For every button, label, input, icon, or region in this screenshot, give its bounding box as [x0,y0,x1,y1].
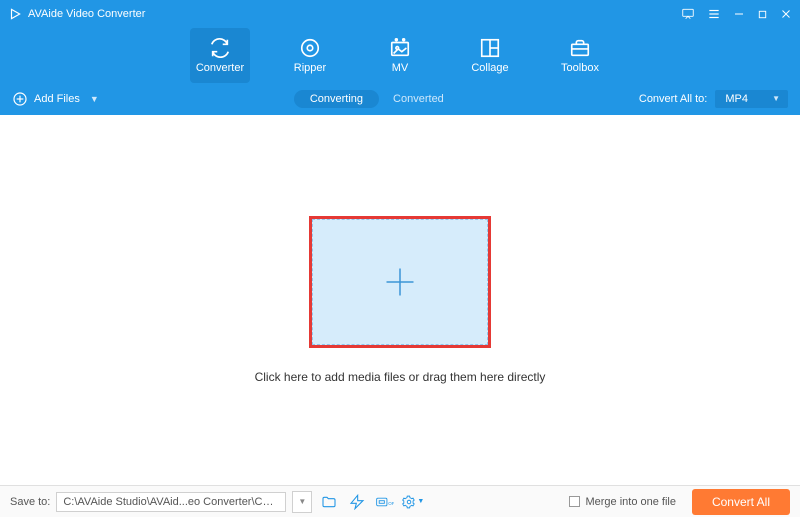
convert-all-to-label: Convert All to: [639,93,707,105]
mv-icon [389,38,411,58]
window-controls [681,7,792,21]
merge-label: Merge into one file [585,496,676,508]
footer-bar: Save to: C:\AVAide Studio\AVAid...eo Con… [0,485,800,517]
chevron-down-icon: ▼ [90,94,99,104]
gpu-off-icon[interactable]: OFF [374,491,396,513]
tab-label: Converting [310,93,363,105]
dropzone[interactable] [312,219,488,345]
tab-converted[interactable]: Converted [393,93,444,105]
dropzone-highlight [309,216,491,348]
toolbox-icon [569,38,591,58]
nav-label: Ripper [294,62,326,74]
minimize-icon[interactable] [733,7,745,21]
tab-label: Converted [393,93,444,105]
open-folder-icon[interactable] [318,491,340,513]
menu-icon[interactable] [707,7,721,21]
nav-converter[interactable]: Converter [190,28,250,83]
tab-converting[interactable]: Converting [294,90,379,108]
nav-label: Converter [196,62,244,74]
nav-label: Toolbox [561,62,599,74]
save-path-field[interactable]: C:\AVAide Studio\AVAid...eo Converter\Co… [56,492,286,512]
speed-icon[interactable] [346,491,368,513]
checkbox-icon [569,496,580,507]
save-to-label: Save to: [10,496,50,508]
convert-all-to: Convert All to: MP4 [639,90,788,108]
add-files-button[interactable]: Add Files ▼ [12,91,99,107]
nav-label: Collage [471,62,508,74]
app-logo-icon [8,7,22,21]
converter-icon [209,38,231,58]
main-nav: Converter Ripper MV Collage Toolbox [0,28,800,83]
plus-circle-icon [12,91,28,107]
svg-text:OFF: OFF [389,501,395,506]
collage-icon [479,38,501,58]
title-bar: AVAide Video Converter [0,0,800,28]
format-select[interactable]: MP4 [715,90,788,108]
merge-checkbox[interactable]: Merge into one file [569,496,676,508]
feedback-icon[interactable] [681,7,695,21]
button-label: Convert All [712,495,770,509]
plus-icon [382,264,418,300]
convert-all-button[interactable]: Convert All [692,489,790,515]
sub-toolbar: Add Files ▼ Converting Converted Convert… [0,83,800,115]
nav-mv[interactable]: MV [370,28,430,83]
nav-toolbox[interactable]: Toolbox [550,28,610,83]
app-title: AVAide Video Converter [28,8,681,20]
save-path-dropdown[interactable]: ▼ [292,491,312,513]
nav-collage[interactable]: Collage [460,28,520,83]
add-files-label: Add Files [34,93,80,105]
maximize-icon[interactable] [757,7,768,21]
settings-icon[interactable]: ▼ [402,491,424,513]
nav-ripper[interactable]: Ripper [280,28,340,83]
format-value: MP4 [725,93,748,105]
nav-label: MV [392,62,409,74]
main-area: Click here to add media files or drag th… [0,115,800,485]
status-tabs: Converting Converted [294,90,444,108]
drop-instruction: Click here to add media files or drag th… [255,370,546,384]
ripper-icon [299,38,321,58]
close-icon[interactable] [780,7,792,21]
